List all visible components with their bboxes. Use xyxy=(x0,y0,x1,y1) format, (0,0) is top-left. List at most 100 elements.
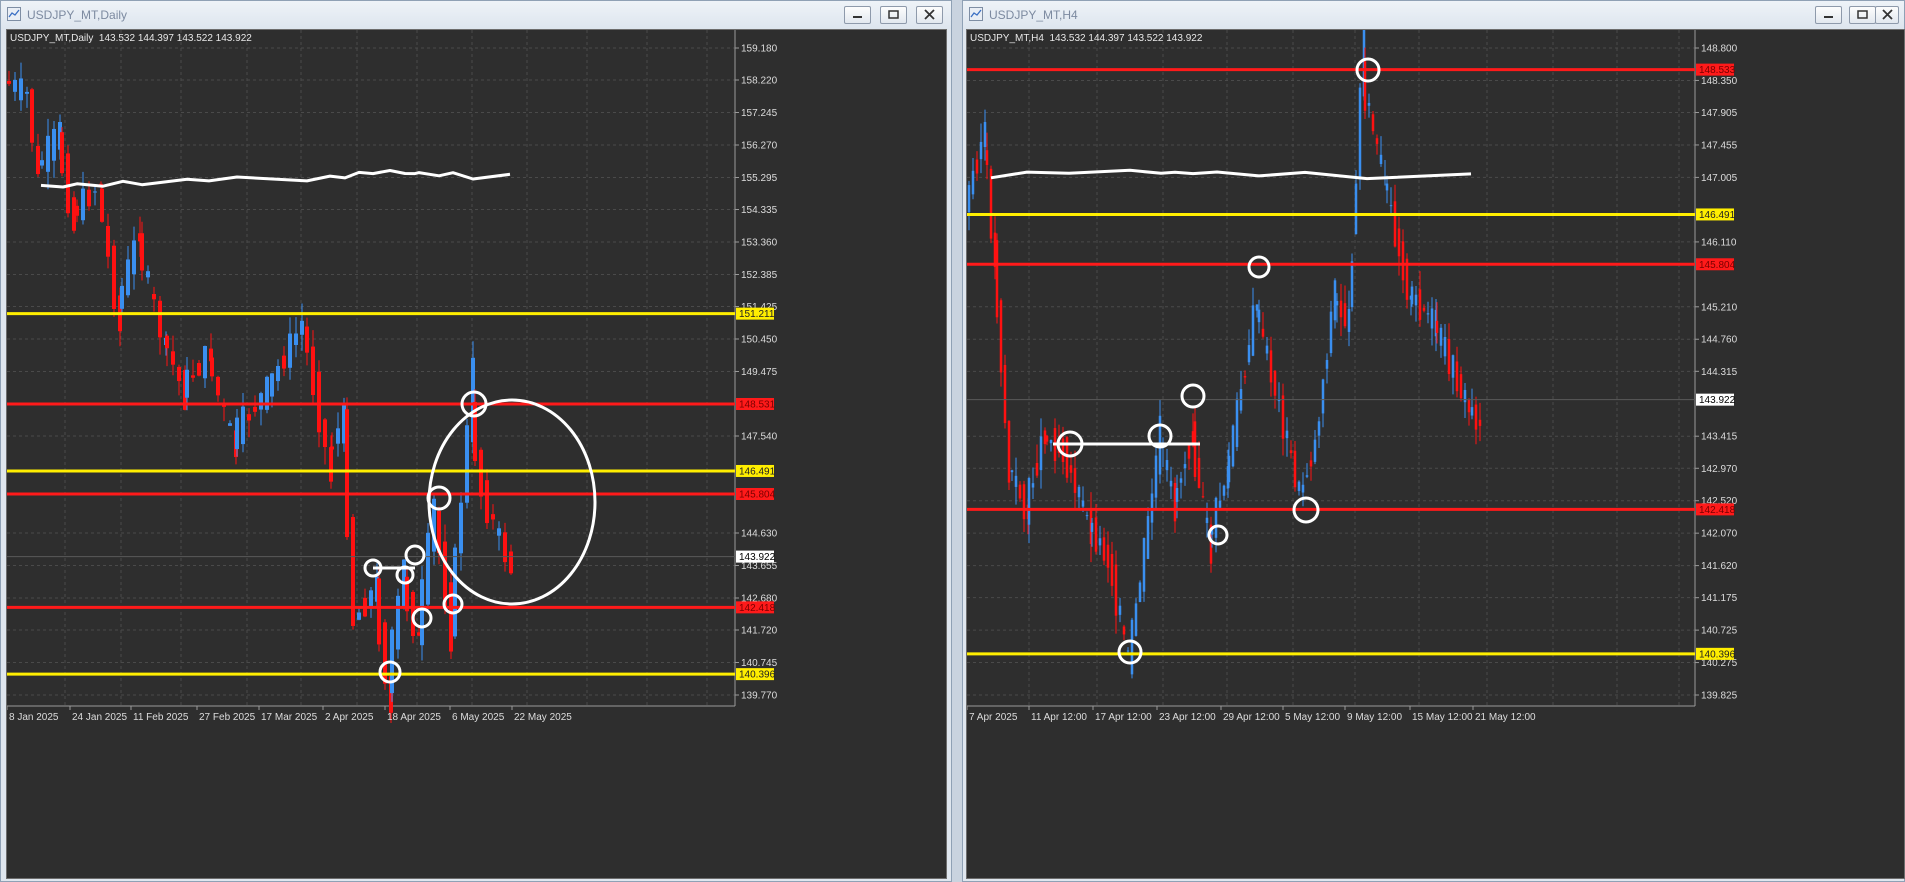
candle-body xyxy=(197,363,201,376)
candle-body xyxy=(210,357,214,377)
price-chart-daily[interactable]: 159.180 158.220 157.245 156.270 155.295 154.3… xyxy=(6,29,947,879)
candle-body xyxy=(317,371,321,433)
candle-body xyxy=(1321,379,1325,414)
window-titlebar[interactable]: USDJPY_MT,H4 xyxy=(963,1,1904,29)
candle-body xyxy=(369,590,373,606)
candle-body xyxy=(1018,484,1022,499)
minimize-icon xyxy=(853,16,862,18)
candle-body xyxy=(185,369,189,398)
candle-body xyxy=(330,446,334,450)
candle-body xyxy=(46,135,50,172)
candle-body xyxy=(396,595,400,650)
candle-body xyxy=(1039,436,1043,471)
time-axis-label: 29 Apr 12:00 xyxy=(1223,712,1280,723)
candle-body xyxy=(1027,478,1031,525)
candle-body xyxy=(165,335,169,349)
current-price-label: 143.922 xyxy=(739,552,776,563)
candle-body xyxy=(1375,138,1379,144)
price-axis-label: 153.360 xyxy=(741,238,778,249)
candle-body xyxy=(1467,399,1471,413)
candle-body xyxy=(1073,468,1077,493)
candle-body xyxy=(228,423,232,426)
swing-point-circle xyxy=(404,544,426,566)
chart-canvas[interactable]: 159.180 158.220 157.245 156.270 155.295 154.3… xyxy=(7,30,947,879)
restore-button[interactable] xyxy=(1849,6,1876,24)
time-axis-label: 27 Feb 2025 xyxy=(199,712,256,723)
close-button[interactable] xyxy=(916,6,943,24)
time-axis-label: 17 Mar 2025 xyxy=(261,712,318,723)
candle-body xyxy=(191,375,195,378)
chart-info-text: USDJPY_MT,H4 143.532 144.397 143.522 143… xyxy=(970,33,1203,44)
candle-body xyxy=(1110,553,1114,586)
candle-body xyxy=(146,271,150,278)
price-axis-label: 141.175 xyxy=(1701,593,1738,604)
candle-body xyxy=(1247,345,1251,363)
price-axis-label: 156.270 xyxy=(741,141,778,152)
candle-body xyxy=(1313,439,1317,462)
minimize-button[interactable] xyxy=(844,6,871,24)
candle-body xyxy=(1114,564,1118,616)
chart-canvas[interactable]: 148.800 148.350 147.905 147.455 147.005 146.1… xyxy=(967,30,1905,879)
price-axis-label: 142.070 xyxy=(1701,529,1738,540)
candle-body xyxy=(52,128,56,161)
candle-body xyxy=(288,333,292,368)
candle-body xyxy=(36,145,40,175)
candle-body xyxy=(1422,307,1426,311)
price-axis-label: 147.005 xyxy=(1701,173,1738,184)
candle-body xyxy=(1273,370,1277,396)
candle-body xyxy=(60,132,64,174)
candle-body xyxy=(132,240,136,275)
price-axis-label: 148.350 xyxy=(1701,76,1738,87)
candle-body xyxy=(323,419,327,448)
candle-body xyxy=(126,259,130,296)
candle-body xyxy=(241,406,245,445)
chart-window-h4[interactable]: USDJPY_MT,H4 148.800 148.350 147.905 147.45… xyxy=(962,0,1905,882)
window-title: USDJPY_MT,H4 xyxy=(989,8,1078,22)
price-axis-label: 139.770 xyxy=(741,691,778,702)
candle-body xyxy=(979,141,983,160)
restore-icon xyxy=(888,10,899,19)
window-titlebar[interactable]: USDJPY_MT,Daily xyxy=(1,1,951,29)
candle-body xyxy=(1102,537,1106,561)
candle-body xyxy=(1138,582,1142,603)
candle-body xyxy=(1347,309,1351,332)
candle-body xyxy=(1343,303,1347,327)
price-axis-label: 147.455 xyxy=(1701,140,1738,151)
candle-body xyxy=(7,80,11,84)
restore-button[interactable] xyxy=(880,6,907,24)
candle-body xyxy=(25,91,29,94)
candle-body xyxy=(1146,516,1150,559)
time-axis-label: 11 Feb 2025 xyxy=(133,712,189,723)
candle-body xyxy=(253,406,257,412)
candle-body xyxy=(1227,455,1231,483)
candle-body xyxy=(247,414,251,421)
candle-body xyxy=(1126,650,1130,652)
candle-body xyxy=(1081,500,1085,507)
candle-body xyxy=(1289,450,1293,454)
candle-body xyxy=(1118,605,1122,615)
candle-body xyxy=(1022,484,1026,520)
close-button[interactable] xyxy=(1875,6,1899,24)
candle-body xyxy=(420,579,424,646)
price-chart-h4[interactable]: 148.800 148.350 147.905 147.455 147.005 146.1… xyxy=(966,29,1905,879)
time-axis-label: 18 Apr 2025 xyxy=(387,712,441,723)
swing-point-circle xyxy=(426,485,452,511)
candle-body xyxy=(1014,475,1018,487)
candle-body xyxy=(1439,327,1443,346)
candle-body xyxy=(1165,460,1169,471)
chart-window-daily[interactable]: USDJPY_MT,Daily 159.180 158.220 157.245 156… xyxy=(0,0,952,882)
candle-body xyxy=(1077,486,1081,498)
candle-body xyxy=(235,417,239,450)
candle-body xyxy=(465,425,469,503)
price-axis-label: 147.905 xyxy=(1701,108,1738,119)
candle-body xyxy=(1418,289,1422,320)
candle-body xyxy=(479,449,483,497)
candle-body xyxy=(259,393,263,410)
minimize-button[interactable] xyxy=(1815,6,1842,24)
level-price-label: 140.396 xyxy=(1699,649,1736,660)
candle-body xyxy=(1045,435,1049,442)
candle-body xyxy=(276,365,280,382)
candle-body xyxy=(1169,480,1173,487)
candle-body xyxy=(177,366,181,382)
candle-body xyxy=(377,578,381,645)
